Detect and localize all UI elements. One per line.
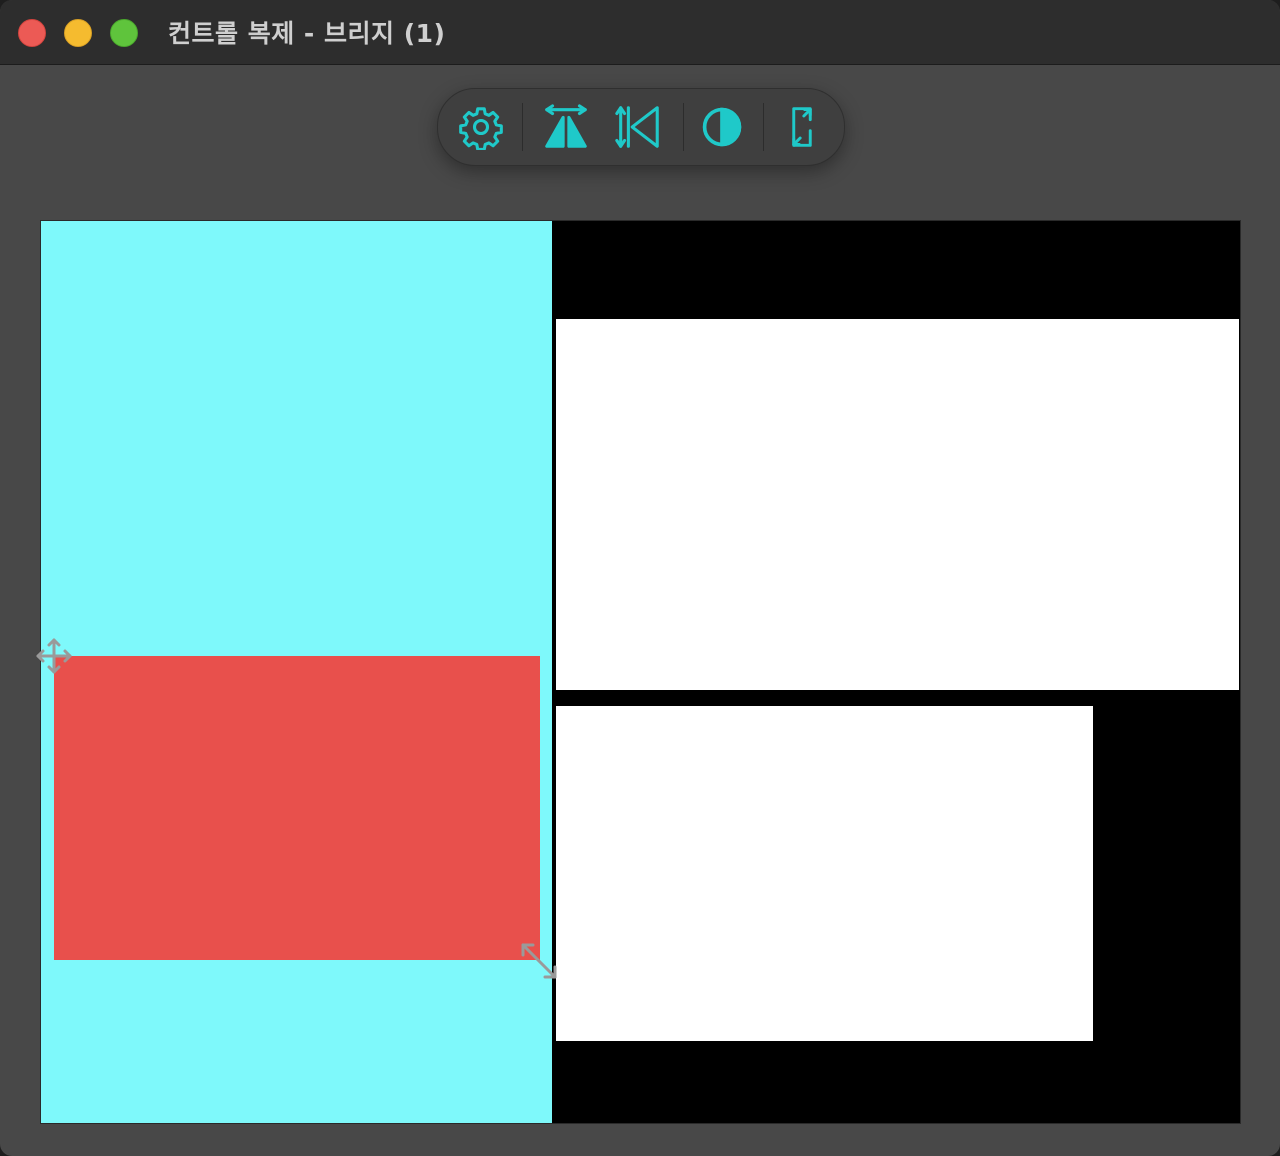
canvas[interactable] xyxy=(40,220,1241,1124)
flip-vertical-icon xyxy=(615,106,659,148)
flip-horizontal-icon xyxy=(545,104,587,148)
title-bar[interactable]: 컨트롤 복제 - 브리지 (1) xyxy=(0,0,1280,65)
toolbar xyxy=(437,88,845,166)
resize-handle-icon[interactable] xyxy=(518,940,560,982)
white-rectangle-bottom[interactable] xyxy=(556,706,1093,1041)
rotate-screen-icon xyxy=(792,107,812,147)
selected-red-rectangle[interactable] xyxy=(54,656,540,960)
window-title: 컨트롤 복제 - 브리지 (1) xyxy=(168,19,446,48)
move-handle-icon[interactable] xyxy=(34,636,74,676)
gear-icon xyxy=(459,107,503,150)
toolbar-separator xyxy=(683,103,684,151)
rotate-button[interactable] xyxy=(776,101,828,153)
settings-button[interactable] xyxy=(455,101,507,153)
contrast-icon xyxy=(702,107,742,147)
maximize-button[interactable] xyxy=(110,19,138,47)
flip-horizontal-button[interactable] xyxy=(540,101,592,153)
flip-vertical-button[interactable] xyxy=(612,101,664,153)
white-rectangle-top[interactable] xyxy=(556,319,1239,690)
toolbar-separator xyxy=(763,103,764,151)
minimize-button[interactable] xyxy=(64,19,92,47)
close-button[interactable] xyxy=(18,19,46,47)
app-window: 컨트롤 복제 - 브리지 (1) xyxy=(0,0,1280,1156)
toolbar-separator xyxy=(522,103,523,151)
contrast-button[interactable] xyxy=(696,101,748,153)
